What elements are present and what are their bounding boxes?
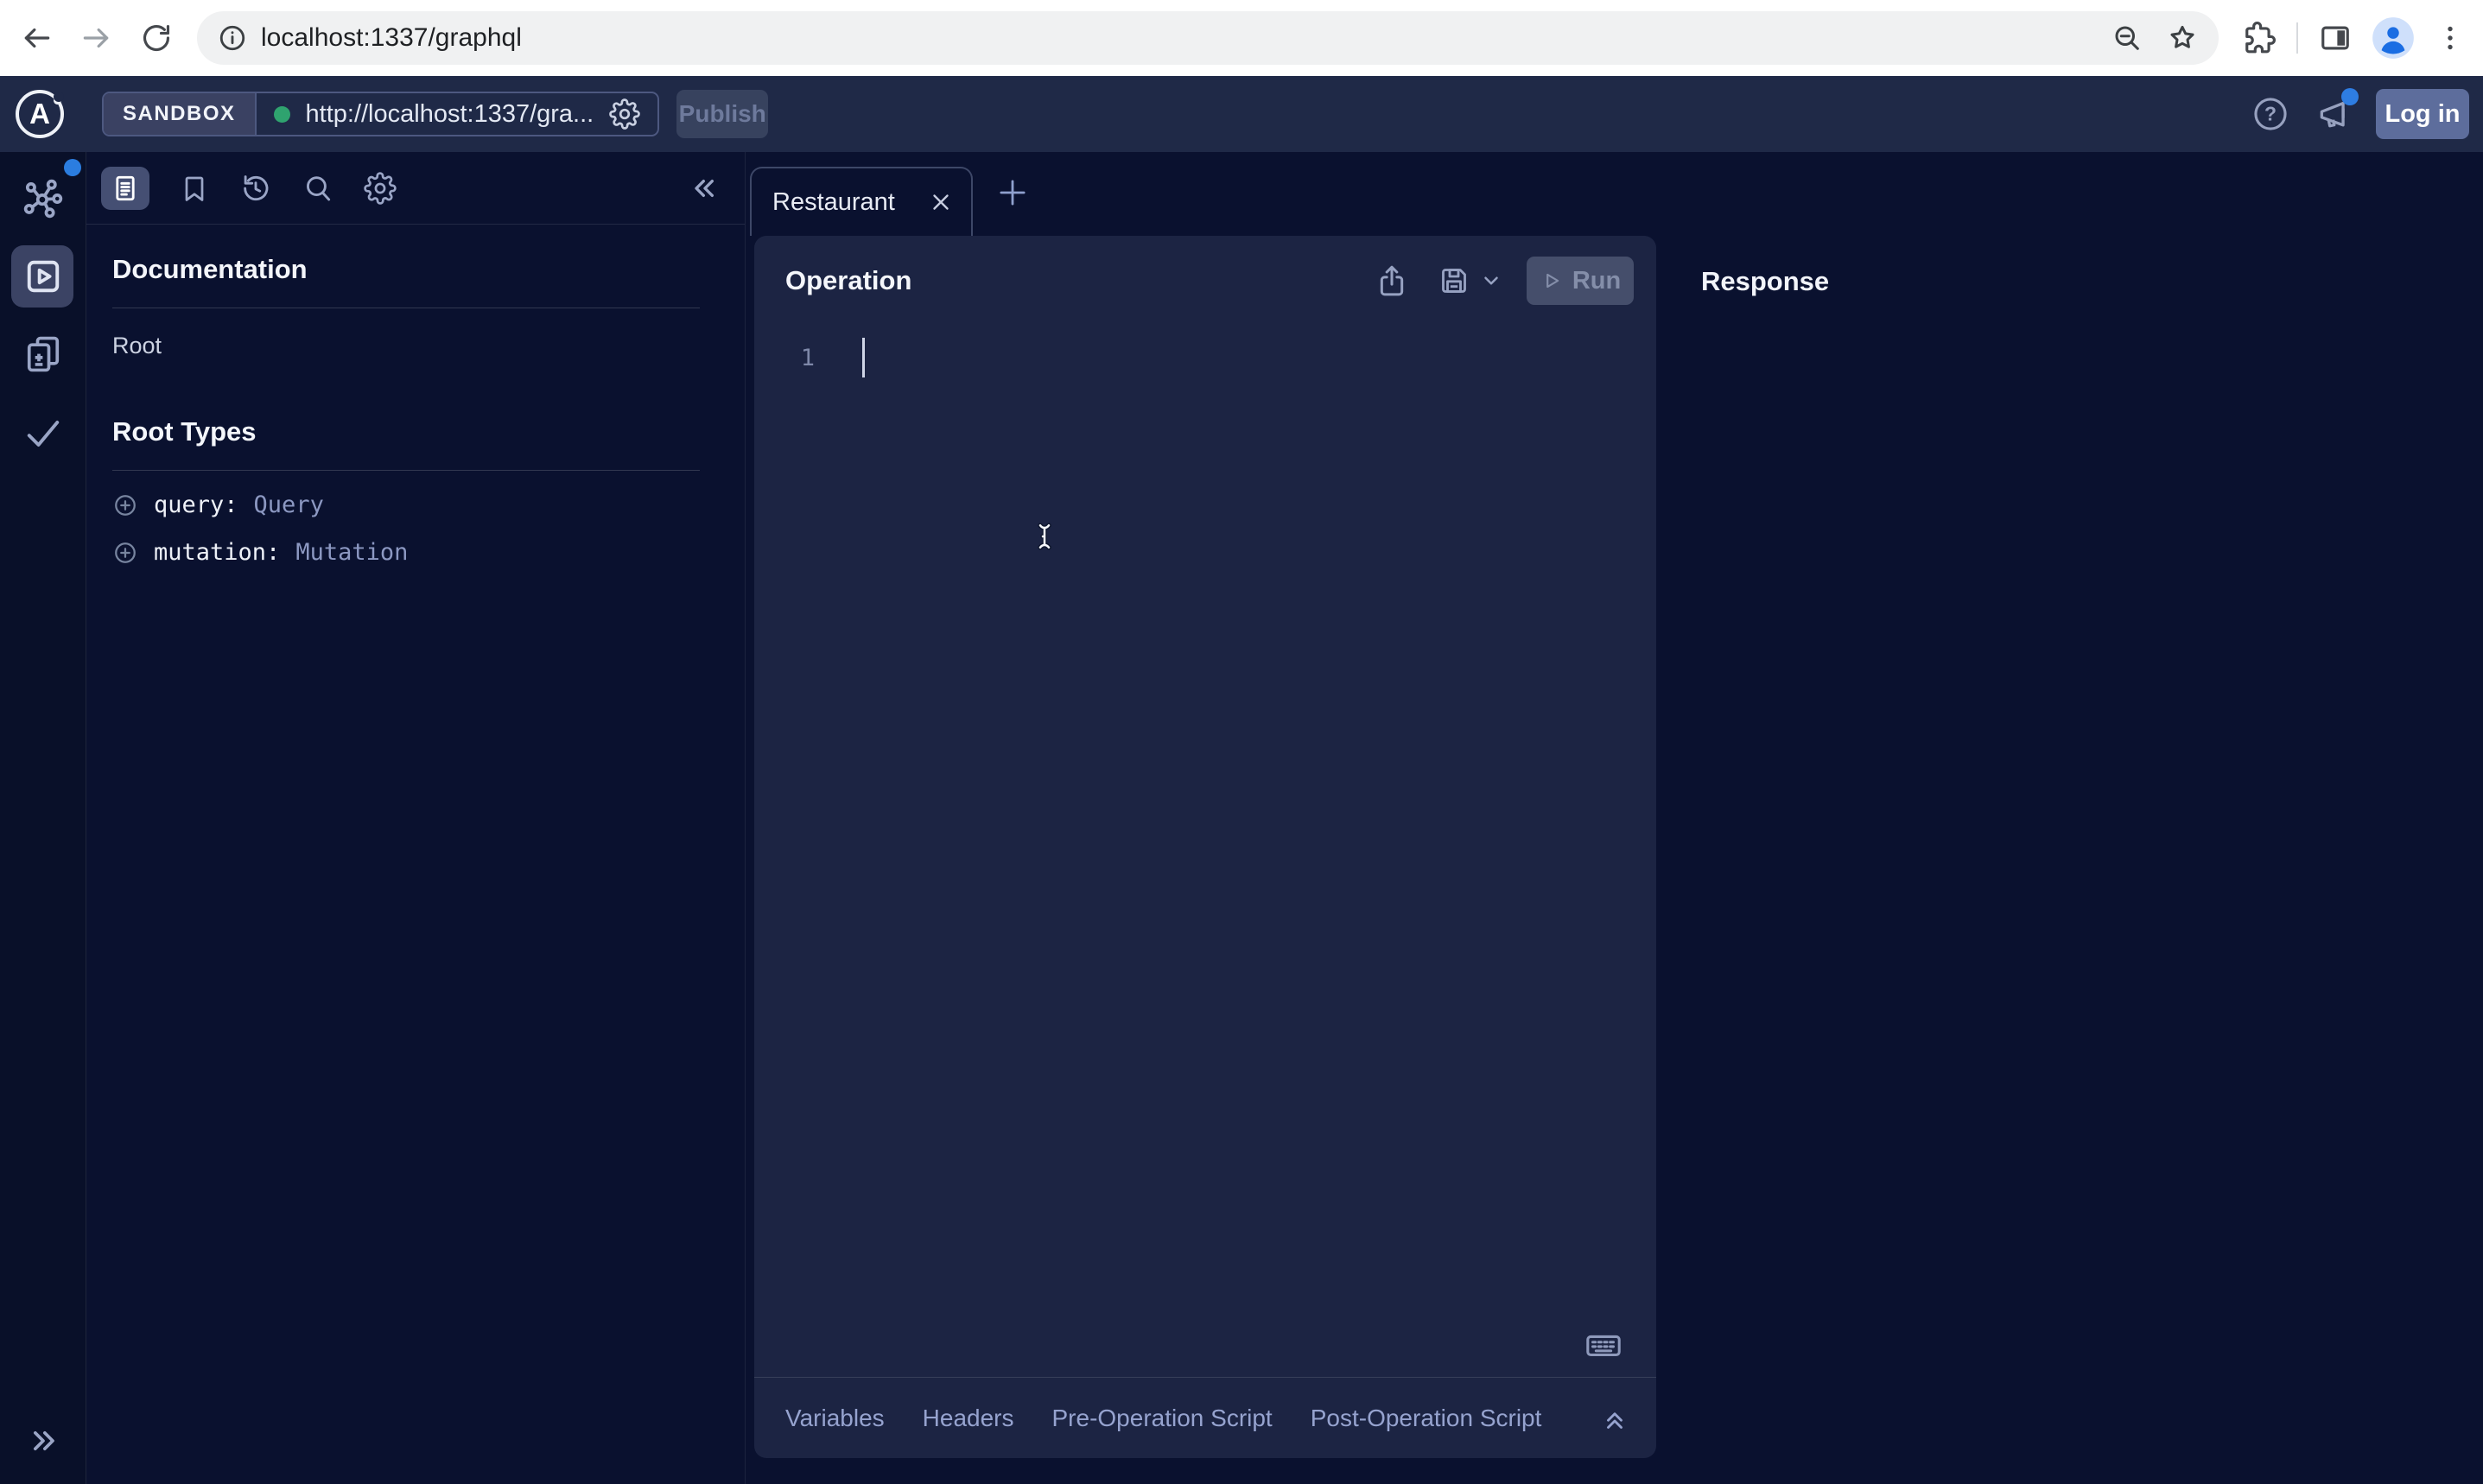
collapse-panel-icon[interactable]	[688, 171, 722, 206]
history-icon[interactable]	[239, 172, 272, 205]
zoom-out-icon[interactable]	[2112, 22, 2143, 54]
share-icon[interactable]	[1375, 263, 1409, 298]
endpoint-status-dot	[274, 106, 290, 123]
root-link[interactable]: Root	[112, 333, 162, 359]
docs-toolbar	[86, 152, 745, 225]
field-type-link[interactable]: Query	[254, 491, 324, 518]
operation-footer: Variables Headers Pre-Operation Script P…	[754, 1377, 1656, 1458]
bookmark-icon[interactable]	[179, 173, 210, 204]
side-panel-icon[interactable]	[2319, 22, 2352, 54]
response-panel: Response	[1656, 152, 2483, 1484]
sandbox-badge: SANDBOX	[104, 93, 257, 135]
collapse-up-icon[interactable]	[1599, 1403, 1630, 1434]
url-text[interactable]: localhost:1337/graphql	[261, 23, 2112, 53]
operation-editor-column: Restaurant Operation	[746, 152, 1656, 1484]
endpoint-settings-gear-icon[interactable]	[609, 98, 640, 130]
endpoint-url-field[interactable]: http://localhost:1337/gra...	[257, 93, 658, 135]
new-tab-icon[interactable]	[994, 174, 1031, 211]
search-icon[interactable]	[302, 172, 334, 205]
forward-icon[interactable]	[79, 22, 112, 54]
run-play-icon	[1540, 270, 1562, 292]
expand-sidebar-icon[interactable]	[0, 1422, 86, 1460]
editor-caret	[862, 338, 865, 377]
add-field-icon[interactable]	[112, 492, 138, 518]
footer-tab-pre-operation-script[interactable]: Pre-Operation Script	[1052, 1405, 1273, 1432]
svg-text:?: ?	[2264, 103, 2277, 125]
field-type-link[interactable]: Mutation	[295, 539, 408, 566]
apollo-logo[interactable]: A	[16, 90, 64, 138]
save-icon[interactable]	[1437, 263, 1471, 298]
operation-card: Operation Run 1	[754, 236, 1656, 1458]
endpoint-group: SANDBOX http://localhost:1337/gra...	[102, 92, 659, 136]
publish-button[interactable]: Publish	[676, 90, 768, 138]
sidebar-item-changelog[interactable]	[0, 332, 86, 377]
run-label: Run	[1572, 267, 1621, 295]
footer-tab-headers[interactable]: Headers	[923, 1405, 1014, 1432]
operation-header: Operation Run	[754, 236, 1656, 326]
info-icon[interactable]	[218, 23, 247, 53]
code-editor-line[interactable]: 1	[754, 338, 1656, 377]
announcements-megaphone-icon[interactable]	[2315, 95, 2353, 133]
toolbar-divider	[2296, 22, 2298, 54]
tab-bar: Restaurant	[746, 152, 1656, 236]
extensions-icon[interactable]	[2243, 22, 2276, 54]
root-types-title: Root Types	[112, 416, 745, 447]
sidebar-item-explorer[interactable]	[0, 254, 86, 299]
run-button[interactable]: Run	[1527, 257, 1634, 305]
help-icon[interactable]: ?	[2251, 95, 2289, 133]
text-cursor-pointer	[1030, 511, 1059, 561]
divider	[112, 470, 700, 471]
profile-avatar[interactable]	[2371, 16, 2416, 60]
response-title: Response	[1701, 266, 2483, 297]
root-type-row-query[interactable]: query: Query	[112, 491, 324, 518]
close-tab-icon[interactable]	[928, 189, 954, 215]
bookmark-star-icon[interactable]	[2167, 22, 2198, 54]
browser-chrome: localhost:1337/graphql	[0, 0, 2483, 76]
keyboard-shortcuts-icon[interactable]	[1584, 1325, 1623, 1365]
apollo-toolbar: A SANDBOX http://localhost:1337/gra... P…	[0, 76, 2483, 152]
back-icon[interactable]	[21, 22, 54, 54]
sidebar-item-schema[interactable]	[0, 176, 86, 221]
tab-label: Restaurant	[772, 188, 928, 217]
docs-content: Documentation Root Root Types query: Que…	[86, 225, 745, 566]
root-type-row-mutation[interactable]: mutation: Mutation	[112, 539, 408, 566]
docs-title: Documentation	[112, 254, 745, 285]
settings-gear-icon[interactable]	[364, 172, 397, 205]
refresh-icon[interactable]	[140, 22, 173, 54]
apollo-logo-letter: A	[29, 98, 50, 130]
left-nav-rail	[0, 152, 86, 1484]
operation-title: Operation	[785, 265, 1347, 296]
tab-restaurant[interactable]: Restaurant	[750, 167, 973, 236]
apollo-sandbox-window: localhost:1337/graphql A SANDBOX	[0, 0, 2483, 1484]
schema-notification-dot	[64, 159, 81, 176]
chevron-down-icon[interactable]	[1480, 270, 1502, 292]
add-field-icon[interactable]	[112, 540, 138, 566]
documentation-panel: Documentation Root Root Types query: Que…	[86, 152, 746, 1484]
documentation-icon[interactable]	[101, 167, 149, 210]
footer-tab-post-operation-script[interactable]: Post-Operation Script	[1311, 1405, 1542, 1432]
login-button[interactable]: Log in	[2376, 89, 2469, 139]
address-bar[interactable]: localhost:1337/graphql	[197, 11, 2219, 65]
sidebar-item-checklist[interactable]	[0, 411, 86, 456]
field-name: query:	[154, 491, 238, 518]
footer-tab-variables[interactable]: Variables	[785, 1405, 885, 1432]
endpoint-url-text[interactable]: http://localhost:1337/gra...	[306, 100, 594, 129]
field-name: mutation:	[154, 539, 280, 566]
notification-dot	[2341, 88, 2359, 105]
kebab-menu-icon[interactable]	[2435, 22, 2466, 54]
line-number: 1	[789, 345, 815, 371]
